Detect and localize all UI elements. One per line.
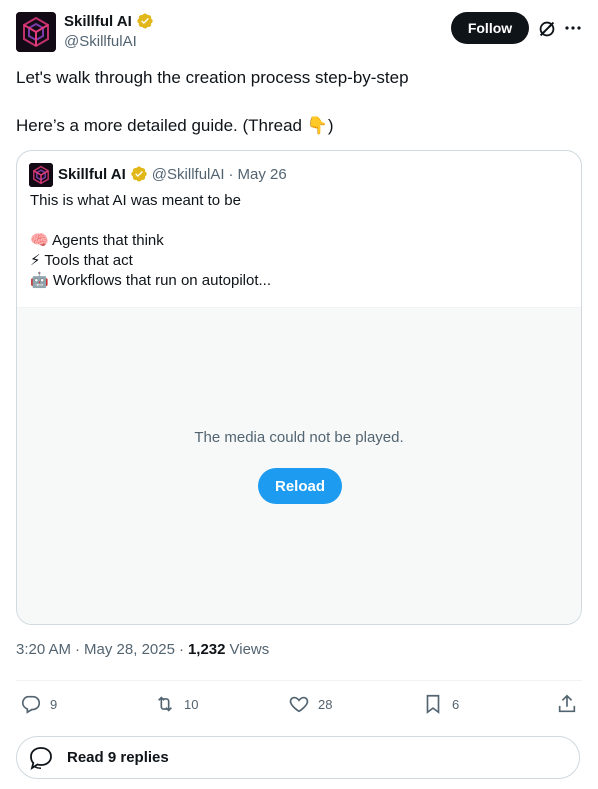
meta-dot: · — [178, 641, 184, 658]
tweet-time[interactable]: 3:20 AM — [16, 641, 71, 658]
avatar[interactable] — [16, 12, 56, 52]
views-count: 1,232 — [187, 641, 226, 658]
quote-line: This is what AI was meant to be — [30, 192, 241, 209]
repost-button[interactable]: 10 — [154, 692, 198, 716]
quote-line — [30, 211, 570, 231]
verified-badge-icon — [131, 166, 147, 182]
author-handle[interactable]: @SkillfulAI — [64, 33, 137, 50]
chat-bubble-icon — [30, 746, 52, 770]
quote-date: May 26 — [237, 165, 287, 183]
more-options-icon[interactable] — [563, 18, 583, 38]
quote-separator: · — [228, 165, 234, 183]
media-player[interactable] — [17, 307, 581, 624]
share-button[interactable] — [556, 692, 578, 716]
like-count: 28 — [318, 696, 333, 712]
reply-count: 9 — [50, 696, 58, 712]
quoted-tweet[interactable]: Skillful AI @SkillfulAI · May 26 This is… — [16, 150, 582, 625]
verified-badge-icon — [137, 13, 153, 29]
tweet-line-1: Let's walk through the creation process … — [16, 68, 409, 87]
tweet-line-2: Here’s a more detailed guide. (Thread 👇) — [16, 116, 334, 135]
repost-count: 10 — [184, 696, 199, 712]
tweet-text: Let's walk through the creation process … — [16, 66, 582, 138]
quote-author-row: Skillful AI @SkillfulAI · May 26 — [58, 165, 287, 183]
quote-text: This is what AI was meant to be 🧠 Agents… — [30, 191, 570, 291]
heart-icon — [289, 696, 309, 713]
author-name-row[interactable]: Skillful AI — [64, 12, 154, 30]
reply-button[interactable]: 9 — [20, 692, 57, 716]
bookmark-icon — [426, 694, 440, 714]
quote-line: 🤖 Workflows that run on autopilot... — [30, 272, 272, 289]
tweet-meta: 3:20 AM · May 28, 2025 · 1,232 Views — [16, 641, 269, 658]
quote-avatar[interactable] — [29, 163, 53, 187]
bookmark-button[interactable]: 6 — [422, 692, 459, 716]
quote-line: 🧠 Agents that think — [30, 232, 164, 249]
read-replies-button[interactable]: Read 9 replies — [16, 736, 580, 779]
grok-icon[interactable] — [536, 18, 558, 40]
quote-author-name: Skillful AI — [58, 165, 126, 183]
author-name[interactable]: Skillful AI — [64, 13, 132, 30]
read-replies-label: Read 9 replies — [67, 749, 169, 766]
views-label: Views — [229, 641, 270, 658]
bookmark-count: 6 — [452, 696, 460, 712]
media-error-message: The media could not be played. — [194, 429, 404, 446]
repost-icon — [157, 696, 173, 712]
tweet-date[interactable]: May 28, 2025 — [84, 641, 175, 658]
like-button[interactable]: 28 — [288, 692, 332, 716]
quote-line: ⚡ Tools that act — [30, 252, 133, 269]
share-icon — [558, 694, 576, 713]
divider — [16, 680, 582, 681]
reply-icon — [21, 695, 41, 714]
reload-button[interactable]: Reload — [258, 468, 342, 504]
follow-button[interactable]: Follow — [451, 12, 529, 44]
meta-dot: · — [75, 641, 81, 658]
quote-author-handle: @SkillfulAI — [151, 165, 225, 183]
